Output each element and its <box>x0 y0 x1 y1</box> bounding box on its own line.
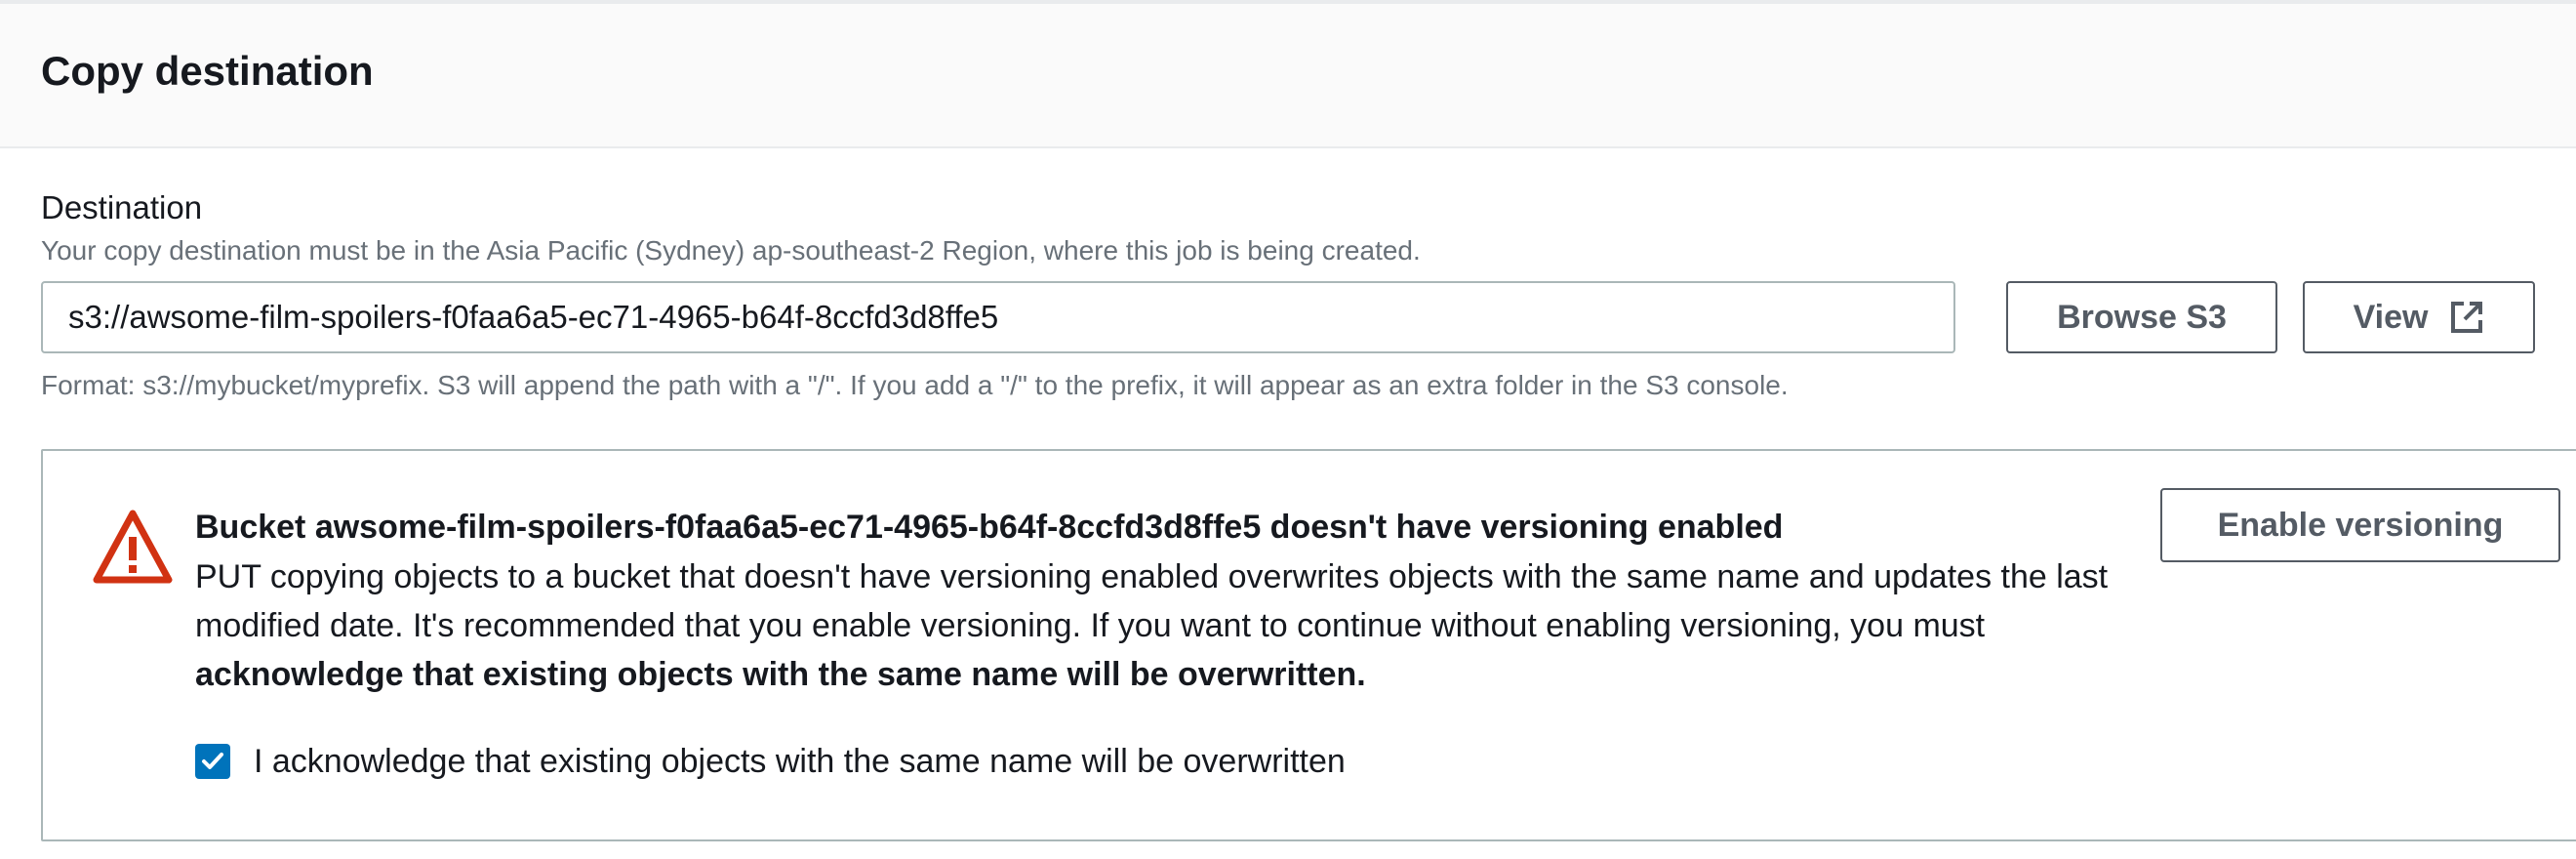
acknowledge-row: I acknowledge that existing objects with… <box>195 744 1346 779</box>
section-title: Copy destination <box>41 48 374 94</box>
versioning-alert: Bucket awsome-film-spoilers-f0faa6a5-ec7… <box>41 449 2576 841</box>
acknowledge-label[interactable]: I acknowledge that existing objects with… <box>254 745 1346 778</box>
alert-body-text: PUT copying objects to a bucket that doe… <box>195 558 2109 644</box>
enable-versioning-button[interactable]: Enable versioning <box>2160 488 2560 562</box>
view-button[interactable]: View <box>2303 281 2535 353</box>
external-link-icon <box>2449 300 2484 335</box>
acknowledge-checkbox[interactable] <box>195 744 230 779</box>
alert-body: PUT copying objects to a bucket that doe… <box>195 552 2137 699</box>
browse-s3-label: Browse S3 <box>2057 298 2227 336</box>
alert-body-emphasis: acknowledge that existing objects with t… <box>195 656 1366 693</box>
enable-versioning-label: Enable versioning <box>2217 506 2504 544</box>
alert-title: Bucket awsome-film-spoilers-f0faa6a5-ec7… <box>195 509 1784 546</box>
browse-s3-button[interactable]: Browse S3 <box>2006 281 2277 353</box>
warning-icon <box>92 508 174 586</box>
destination-input[interactable] <box>41 281 1955 353</box>
format-hint: Format: s3://mybucket/myprefix. S3 will … <box>41 370 1789 400</box>
checkmark-icon <box>202 753 223 769</box>
destination-label: Destination <box>41 189 203 225</box>
destination-description: Your copy destination must be in the Asi… <box>41 235 1421 266</box>
section-header: Copy destination <box>0 4 2576 148</box>
view-label: View <box>2353 298 2429 336</box>
